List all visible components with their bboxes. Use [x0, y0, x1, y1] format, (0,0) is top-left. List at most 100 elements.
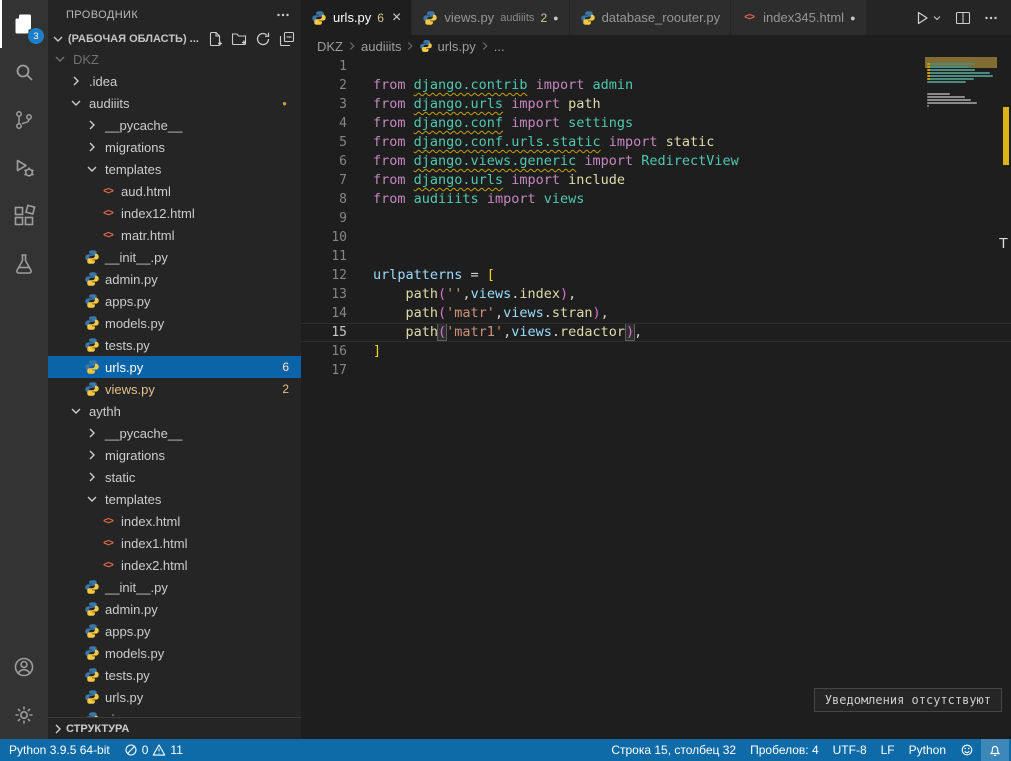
tree-item-admin.py[interactable]: admin.py [48, 598, 301, 620]
tree-item-audiiits[interactable]: audiiits● [48, 92, 301, 114]
close-icon[interactable]: × [392, 10, 401, 26]
breadcrumb-item-...[interactable]: ... [494, 39, 505, 54]
tree-item-apps.py[interactable]: apps.py [48, 290, 301, 312]
code-line-1[interactable]: 1 [301, 57, 1011, 76]
tab-views.py[interactable]: views.pyaudiiits2● [412, 0, 569, 35]
code-line-12[interactable]: 12urlpatterns = [ [301, 266, 1011, 285]
code-line-8[interactable]: 8from audiiits import views [301, 190, 1011, 209]
code-line-7[interactable]: 7from django.urls import include [301, 171, 1011, 190]
status-problems[interactable]: 011 [117, 739, 190, 761]
tree-item-templates[interactable]: templates [48, 488, 301, 510]
tree-item-templates[interactable]: templates [48, 158, 301, 180]
status-notifications[interactable] [981, 739, 1009, 761]
code-editor[interactable]: 12from django.contrib import admin3from … [301, 57, 1011, 739]
status-indentation[interactable]: Пробелов: 4 [743, 739, 826, 761]
sidebar-header: ПРОВОДНИК [48, 0, 301, 30]
chevron-right-icon [84, 425, 100, 441]
activity-item-search[interactable] [0, 48, 48, 96]
breadcrumb-item-urls.py[interactable]: urls.py [419, 39, 475, 54]
status-language-mode[interactable]: Python [902, 739, 953, 761]
code-line-17[interactable]: 17 [301, 361, 1011, 380]
chevron-down-icon [68, 403, 84, 419]
activity-item-run-and-debug[interactable] [0, 144, 48, 192]
code-line-9[interactable]: 9 [301, 209, 1011, 228]
more-icon[interactable] [983, 10, 999, 26]
html-icon: <> [100, 186, 116, 197]
tree-item-models.py[interactable]: models.py [48, 642, 301, 664]
tree-item-matr.html[interactable]: <>matr.html [48, 224, 301, 246]
code-line-14[interactable]: 14 path('matr',views.stran), [301, 304, 1011, 323]
chevron-right-icon [478, 39, 492, 53]
tree-item-DKZ[interactable]: DKZ [48, 48, 301, 70]
tree-item-__pycache__[interactable]: __pycache__ [48, 114, 301, 136]
chevron-down-icon[interactable] [931, 12, 943, 24]
status-encoding[interactable]: UTF-8 [826, 739, 874, 761]
status-bar: Python 3.9.5 64-bit011 Строка 15, столбе… [0, 739, 1011, 761]
tab-urls.py[interactable]: urls.py6× [301, 0, 412, 35]
activity-item-explorer[interactable]: 3 [0, 0, 48, 48]
tree-item-admin.py[interactable]: admin.py [48, 268, 301, 290]
tree-item-index1.html[interactable]: <>index1.html [48, 532, 301, 554]
minimap-line [927, 102, 977, 104]
code-line-16[interactable]: 16] [301, 342, 1011, 361]
code-line-6[interactable]: 6from django.views.generic import Redire… [301, 152, 1011, 171]
code-line-15[interactable]: 15 path('matr1',views.redactor), [301, 323, 1011, 342]
tree-item-static[interactable]: static [48, 466, 301, 488]
tree-item-migrations[interactable]: migrations [48, 444, 301, 466]
tree-item-models.py[interactable]: models.py [48, 312, 301, 334]
run-button[interactable] [914, 10, 943, 26]
tree-item-index.html[interactable]: <>index.html [48, 510, 301, 532]
activity-item-accounts[interactable] [0, 643, 48, 691]
tree-item-migrations[interactable]: migrations [48, 136, 301, 158]
tree-item-urls.py[interactable]: urls.py6 [48, 356, 301, 378]
code-line-10[interactable]: 10 [301, 228, 1011, 247]
more-actions-icon[interactable] [275, 7, 291, 23]
code-line-3[interactable]: 3from django.urls import path [301, 95, 1011, 114]
tree-item-.idea[interactable]: .idea [48, 70, 301, 92]
code-line-11[interactable]: 11 [301, 247, 1011, 266]
tree-item-__init__.py[interactable]: __init__.py [48, 576, 301, 598]
tree-item-apps.py[interactable]: apps.py [48, 620, 301, 642]
activity-item-testing[interactable] [0, 240, 48, 288]
split-icon[interactable] [955, 10, 971, 26]
activity-item-source-control[interactable] [0, 96, 48, 144]
code-line-5[interactable]: 5from django.conf.urls.static import sta… [301, 133, 1011, 152]
line-number: 11 [301, 247, 347, 266]
tab-database_roouter.py[interactable]: database_roouter.py [570, 0, 732, 35]
tree-item-tests.py[interactable]: tests.py [48, 664, 301, 686]
status-feedback[interactable] [953, 739, 981, 761]
new-folder-icon[interactable] [231, 31, 247, 47]
tree-item-views.py[interactable]: views.py [48, 708, 301, 717]
tree-item-tests.py[interactable]: tests.py [48, 334, 301, 356]
tree-item-label: static [105, 470, 135, 485]
code-line-2[interactable]: 2from django.contrib import admin [301, 76, 1011, 95]
breadcrumb-item-DKZ[interactable]: DKZ [317, 39, 343, 54]
status-bar-right: Строка 15, столбец 32Пробелов: 4UTF-8LFP… [604, 739, 1009, 761]
tree-item-aud.html[interactable]: <>aud.html [48, 180, 301, 202]
new-file-icon[interactable] [207, 31, 223, 47]
collapse-all-icon[interactable] [279, 31, 295, 47]
code-line-4[interactable]: 4from django.conf import settings [301, 114, 1011, 133]
tab-index345.html[interactable]: <>index345.html● [731, 0, 866, 35]
workspace-section-header[interactable]: (РАБОЧАЯ ОБЛАСТЬ) ... [48, 30, 301, 48]
tree-item-index2.html[interactable]: <>index2.html [48, 554, 301, 576]
chevron-down-icon [84, 161, 100, 177]
activity-item-settings[interactable] [0, 691, 48, 739]
tree-item-urls.py[interactable]: urls.py [48, 686, 301, 708]
status-cursor-position[interactable]: Строка 15, столбец 32 [604, 739, 743, 761]
tree-item-aythh[interactable]: aythh [48, 400, 301, 422]
activity-item-extensions[interactable] [0, 192, 48, 240]
refresh-icon[interactable] [255, 31, 271, 47]
tree-item-__pycache__[interactable]: __pycache__ [48, 422, 301, 444]
tree-item-label: apps.py [105, 294, 151, 309]
chevron-right-icon [50, 721, 66, 737]
tree-item-__init__.py[interactable]: __init__.py [48, 246, 301, 268]
tree-item-index12.html[interactable]: <>index12.html [48, 202, 301, 224]
outline-section-header[interactable]: СТРУКТУРА [48, 717, 301, 739]
code-line-13[interactable]: 13 path('',views.index), [301, 285, 1011, 304]
breadcrumb-item-audiiits[interactable]: audiiits [361, 39, 401, 54]
minimap[interactable] [927, 60, 995, 110]
status-python-interpreter[interactable]: Python 3.9.5 64-bit [2, 739, 117, 761]
status-eol[interactable]: LF [874, 739, 902, 761]
tree-item-views.py[interactable]: views.py2 [48, 378, 301, 400]
